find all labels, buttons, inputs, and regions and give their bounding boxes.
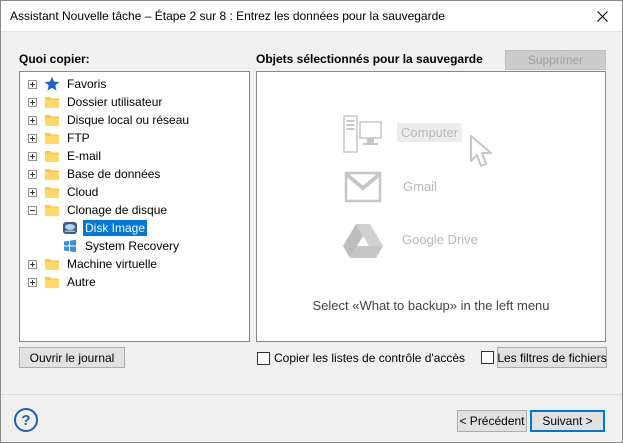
- service-google-drive-label: Google Drive: [402, 232, 478, 247]
- tree-item-label: System Recovery: [85, 239, 180, 253]
- copy-acl-label: Copier les listes de contrôle d'accès: [274, 351, 466, 365]
- what-to-copy-heading: Quoi copier:: [19, 52, 90, 66]
- delete-button[interactable]: Supprimer: [505, 50, 606, 70]
- selected-objects-heading: Objets sélectionnés pour la sauvegarde: [256, 52, 483, 66]
- expand-toggle[interactable]: [28, 133, 37, 143]
- tree-item-label: Disk Image: [83, 220, 148, 236]
- tree-item-label: Clonage de disque: [67, 203, 168, 217]
- tree-item-ftp[interactable]: FTP: [28, 129, 92, 147]
- folder-icon: [45, 115, 59, 126]
- copy-acl-checkbox-row[interactable]: Copier les listes de contrôle d'accès: [257, 351, 465, 365]
- selected-objects-panel: Computer Gmail Google Drive Select «What…: [256, 71, 606, 342]
- tree-item-label: Cloud: [67, 185, 99, 199]
- expand-toggle[interactable]: [28, 115, 37, 125]
- folder-icon: [45, 187, 59, 198]
- folder-icon: [45, 205, 59, 216]
- tree-item-label: Disque local ou réseau: [67, 113, 190, 127]
- close-icon: [596, 10, 608, 22]
- gmail-icon: [344, 171, 382, 203]
- file-filters-button[interactable]: Les filtres de fichiers: [497, 347, 607, 368]
- folder-icon: [45, 169, 59, 180]
- tree-item-label: Autre: [67, 275, 96, 289]
- expand-toggle[interactable]: [28, 151, 37, 161]
- tree-item-label: Dossier utilisateur: [67, 95, 163, 109]
- empty-hint: Select «What to backup» in the left menu: [312, 298, 550, 313]
- tree-item-system-recovery[interactable]: System Recovery: [62, 237, 181, 255]
- tree-item-disque-local[interactable]: Disque local ou réseau: [28, 111, 191, 129]
- copy-acl-checkbox[interactable]: [257, 351, 270, 365]
- source-tree[interactable]: Favoris Dossier utilisateur Disque local…: [19, 71, 250, 342]
- expand-toggle[interactable]: [28, 259, 37, 269]
- tree-item-disk-image[interactable]: Disk Image: [62, 219, 148, 237]
- folder-icon: [45, 259, 59, 270]
- title-bar: Assistant Nouvelle tâche – Étape 2 sur 8…: [1, 1, 622, 32]
- collapse-toggle[interactable]: [28, 205, 37, 215]
- tree-item-favoris[interactable]: Favoris: [28, 75, 108, 93]
- folder-icon: [45, 97, 59, 108]
- tree-item-label: Machine virtuelle: [67, 257, 158, 271]
- google-drive-icon: [343, 224, 383, 258]
- expand-toggle[interactable]: [28, 79, 37, 89]
- tree-item-autre[interactable]: Autre: [28, 273, 98, 291]
- tree-item-machine-virtuelle[interactable]: Machine virtuelle: [28, 255, 159, 273]
- pointer-cursor-icon: [470, 135, 492, 167]
- file-filters-checkbox[interactable]: [481, 351, 494, 364]
- folder-icon: [45, 277, 59, 288]
- expand-toggle[interactable]: [28, 169, 37, 179]
- folder-icon: [45, 151, 59, 162]
- open-log-button[interactable]: Ouvrir le journal: [19, 347, 125, 368]
- service-computer-label: Computer: [397, 123, 463, 142]
- tree-item-cloud[interactable]: Cloud: [28, 183, 100, 201]
- close-button[interactable]: [582, 1, 622, 31]
- help-button[interactable]: ?: [14, 408, 38, 432]
- star-icon: [44, 76, 60, 91]
- window-title: Assistant Nouvelle tâche – Étape 2 sur 8…: [10, 9, 445, 23]
- file-filters-checkbox-row[interactable]: [481, 351, 498, 364]
- folder-icon: [45, 133, 59, 144]
- tree-item-label: Favoris: [67, 77, 107, 91]
- expand-toggle[interactable]: [28, 277, 37, 287]
- expand-toggle[interactable]: [28, 97, 37, 107]
- tree-item-base-de-donnees[interactable]: Base de données: [28, 165, 162, 183]
- expand-toggle[interactable]: [28, 187, 37, 197]
- next-button[interactable]: Suivant >: [530, 410, 605, 432]
- previous-button[interactable]: < Précédent: [457, 410, 527, 432]
- computer-icon: [343, 115, 382, 153]
- service-gmail-label: Gmail: [403, 179, 437, 194]
- tree-item-label: FTP: [67, 131, 90, 145]
- tree-item-label: Base de données: [67, 167, 161, 181]
- tree-item-clonage-de-disque[interactable]: Clonage de disque: [28, 201, 169, 219]
- help-icon: ?: [21, 411, 31, 429]
- tree-item-email[interactable]: E-mail: [28, 147, 103, 165]
- tree-item-dossier-utilisateur[interactable]: Dossier utilisateur: [28, 93, 164, 111]
- disk-image-icon: [63, 222, 77, 234]
- footer-separator: [1, 394, 622, 395]
- wizard-window: Assistant Nouvelle tâche – Étape 2 sur 8…: [0, 0, 623, 443]
- tree-item-label: E-mail: [67, 149, 102, 163]
- windows-icon: [64, 239, 76, 253]
